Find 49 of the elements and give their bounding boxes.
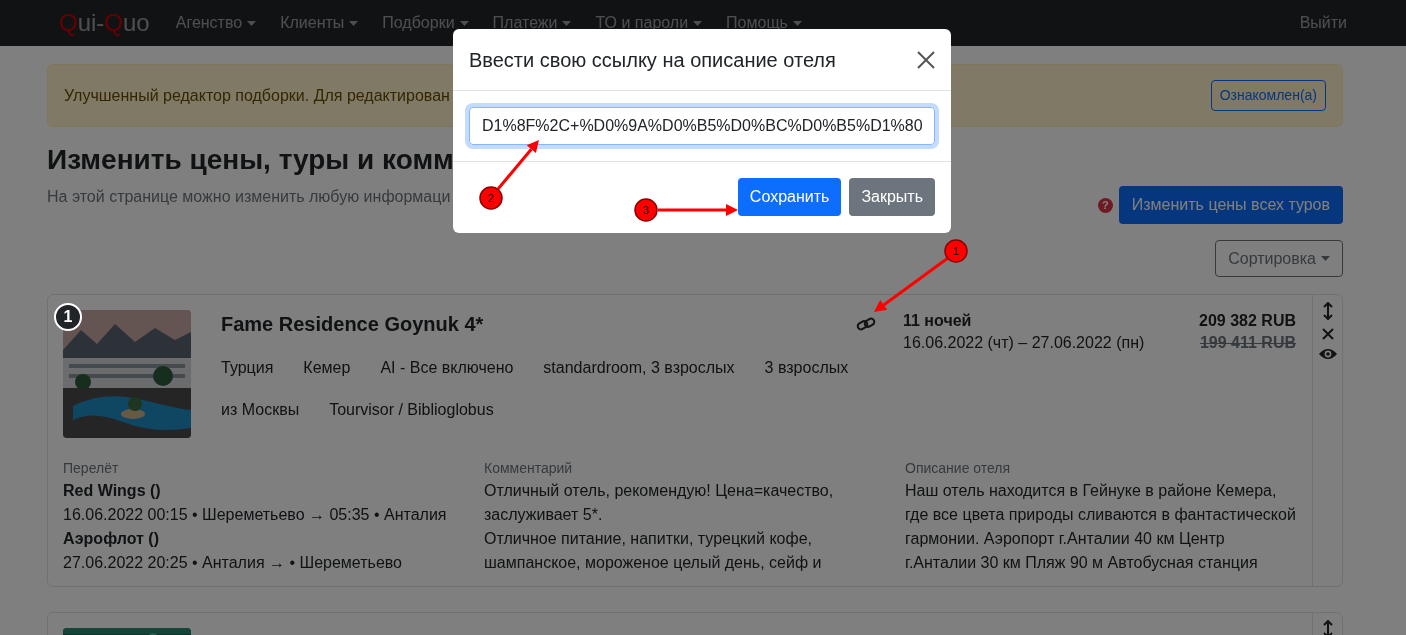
section-label: Комментарий	[484, 459, 574, 478]
description-text: г.Анталии 30 км Пляж 90 м Автобусная станция	[905, 553, 1259, 573]
hotel-title: Fame Residence Goynuk 4*	[221, 312, 484, 336]
acknowledge-button[interactable]: Ознакомлен(а)	[1210, 80, 1326, 111]
page-title: Изменить цены, туры и комм	[47, 143, 454, 177]
up-down-arrow-icon[interactable]	[1322, 620, 1333, 635]
current-price: 209 382 RUB	[1199, 311, 1296, 331]
flight-route: 16.06.2022 00:15 • Шереметьево → 05:35 • Анталия	[63, 505, 448, 525]
comment-text: заслуживает 5*.	[484, 505, 604, 525]
change-all-prices-button[interactable]: Изменить цены всех туров	[1118, 186, 1343, 224]
comment-text: Отличный отель, рекомендую! Цена=качество,	[484, 481, 835, 501]
sort-dropdown[interactable]: Сортировка	[1215, 240, 1343, 277]
comment-text: Отличное питание, напитки, турецкий кофе,	[484, 529, 813, 549]
tour-tag: standardroom, 3 взрослых	[543, 356, 735, 380]
step-marker: 1	[944, 239, 968, 263]
notice-text: Улучшенный редактор подборки. Для редактирован	[64, 85, 450, 106]
description-text: Наш отель находится в Гейнуке в районе Кемера,	[905, 481, 1278, 501]
description-text: где все цвета природы сливаются в фантастической	[905, 505, 1296, 525]
save-button[interactable]: Сохранить	[737, 178, 842, 216]
annotation-arrow	[496, 140, 539, 190]
airline-name: Red Wings ()	[63, 481, 162, 501]
airline-name: Аэрофлот ()	[63, 529, 160, 549]
help-icon[interactable]: ?	[1097, 197, 1113, 213]
up-down-arrow-icon[interactable]	[1322, 302, 1333, 320]
tour-tag: AI - Все включено	[380, 356, 514, 380]
page-subtitle: На этой странице можно изменить любую информаци	[47, 187, 451, 207]
flight-route: 27.06.2022 20:25 • Анталия → • Шереметьево	[63, 553, 403, 573]
tour-tag: из Москвы	[221, 398, 300, 422]
step-marker: 3	[634, 198, 658, 222]
description-text: гармонии. Аэропорт г.Анталии 40 км Центр	[905, 529, 1226, 549]
eye-icon[interactable]	[1318, 348, 1337, 360]
step-marker: 2	[479, 186, 503, 210]
tour-tag: Турция	[221, 356, 274, 380]
tour-tag: Tourvisor / Biblioglobus	[329, 398, 494, 422]
close-icon[interactable]	[1321, 328, 1334, 340]
comment-text: шампанское, мороженое целый день, сейф и	[484, 553, 823, 573]
old-price: 199 411 RUB	[1199, 333, 1296, 353]
tour-tag: Кемер	[303, 356, 351, 380]
nights-count: 11 ночей	[903, 311, 973, 331]
close-icon[interactable]	[917, 50, 935, 69]
close-button[interactable]: Закрыть	[849, 178, 935, 216]
caret-icon	[1321, 256, 1330, 261]
section-label: Перелёт	[63, 459, 120, 478]
link-icon[interactable]	[856, 317, 876, 331]
tour-tag: 3 взрослых	[764, 356, 849, 380]
section-label: Описание отеля	[905, 459, 1012, 478]
tour-number-badge: 1	[54, 303, 82, 331]
travel-dates: 16.06.2022 (чт) – 27.06.2022 (пн)	[903, 333, 1145, 353]
dialog-title: Ввести свою ссылку на описание отеля	[469, 47, 836, 72]
